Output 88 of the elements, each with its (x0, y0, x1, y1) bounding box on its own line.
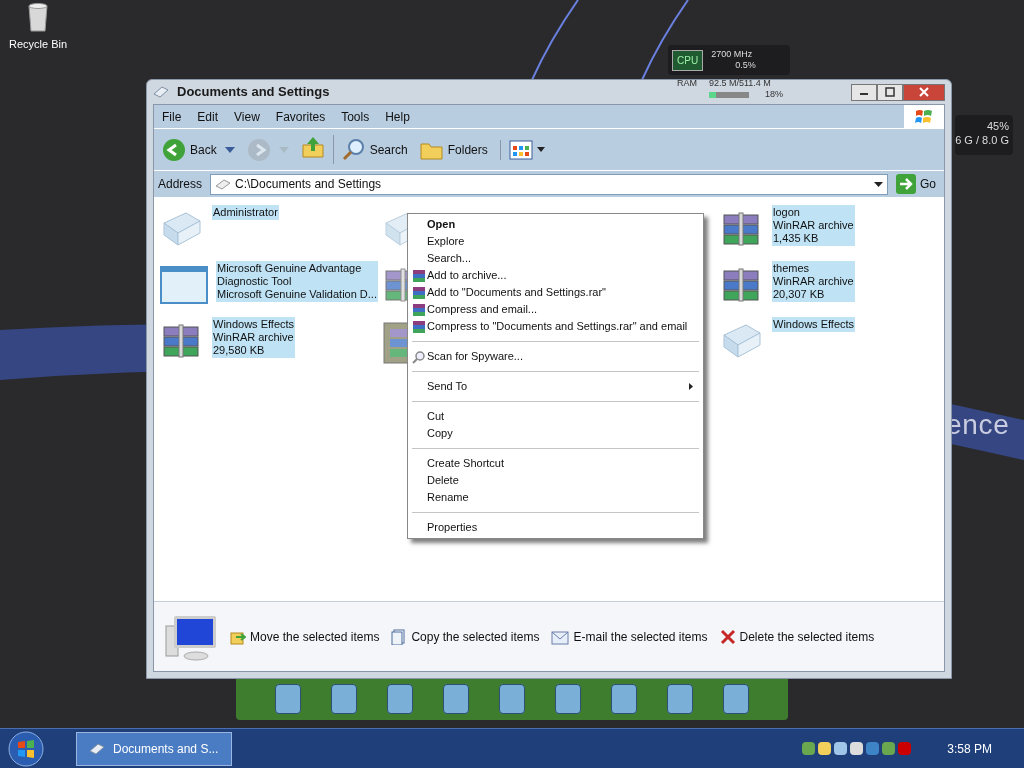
task-link[interactable]: E-mail the selected items (551, 627, 708, 646)
context-menu-item[interactable]: Send To (408, 378, 703, 395)
context-menu-item[interactable]: Properties (408, 519, 703, 536)
tray-icon[interactable] (850, 742, 864, 755)
dock-app-icon[interactable] (555, 684, 581, 714)
context-menu-item[interactable]: Create Shortcut (408, 455, 703, 472)
ram-label: RAM (677, 78, 697, 89)
task-link[interactable]: Move the selected items (230, 627, 380, 646)
archive-icon (412, 319, 426, 334)
task-link[interactable]: Copy the selected items (391, 627, 540, 646)
caret-icon (278, 146, 289, 153)
context-menu-item[interactable]: Cut (408, 408, 703, 425)
ram-usage-text: 18% (765, 89, 783, 100)
back-button[interactable]: Back (158, 137, 239, 162)
disk-amount-text: 6 G / 8.0 G (955, 133, 1009, 147)
search-button[interactable]: Search (337, 137, 412, 162)
context-menu-item[interactable]: Scan for Spyware... (408, 348, 703, 365)
close-button[interactable] (903, 83, 945, 101)
dock-app-icon[interactable] (275, 684, 301, 714)
file-label[interactable]: Windows Effects WinRAR archive 29,580 KB (212, 317, 296, 358)
file-label[interactable]: Windows Effects (772, 317, 856, 332)
context-menu-item[interactable]: Rename (408, 489, 703, 506)
submenu-arrow-icon (689, 383, 693, 390)
tray-icon[interactable] (802, 742, 816, 755)
document-icon (391, 628, 408, 645)
menu-item[interactable]: Favorites (267, 107, 334, 126)
file-label[interactable]: Administrator (212, 205, 279, 220)
window-title: Documents and Settings (177, 83, 330, 102)
folder-icon (215, 178, 232, 190)
tray-icon[interactable] (818, 742, 832, 755)
dock-app-icon[interactable] (667, 684, 693, 714)
menu-item[interactable]: File (154, 107, 190, 126)
maximize-button[interactable] (877, 83, 903, 101)
view-grid-icon (508, 139, 533, 160)
context-menu-item[interactable]: Open (408, 216, 703, 233)
menu-item[interactable]: Help (377, 107, 418, 126)
cpu-clock-text: 2700 MHz (711, 49, 754, 60)
go-button[interactable]: Go (892, 174, 940, 194)
dock-app-icon[interactable] (611, 684, 637, 714)
tray-icon[interactable] (834, 742, 848, 755)
arrow-icon (896, 174, 916, 194)
dock-app-icon[interactable] (387, 684, 413, 714)
disk-usage-text: 45% (986, 119, 1009, 133)
start-button[interactable] (8, 730, 44, 767)
dock-app-icon[interactable] (443, 684, 469, 714)
taskbar-button[interactable]: Documents and S... (76, 731, 232, 766)
envelope-icon (551, 628, 570, 645)
menu-item[interactable]: Edit (189, 107, 227, 126)
cpu-usage-text: 0.5% (734, 60, 756, 71)
dock-app-icon[interactable] (499, 684, 525, 714)
context-menu-item[interactable]: Add to "Documents and Settings.rar" (408, 284, 703, 301)
recycle-bin-icon[interactable] (27, 2, 49, 32)
menu-item[interactable]: Tools (333, 107, 378, 126)
context-menu-item[interactable]: Search... (408, 250, 703, 267)
context-menu-item[interactable]: Add to archive... (408, 267, 703, 284)
folder-up-icon (300, 135, 325, 159)
task-link[interactable]: Delete the selected items (719, 627, 875, 646)
tray-icon[interactable] (882, 742, 896, 755)
caret-icon (224, 146, 235, 153)
file-label[interactable]: Microsoft Genuine Advantage Diagnostic Tool Microsoft Genuine Validation D... (216, 261, 378, 302)
file-label[interactable]: themes WinRAR archive 20,307 KB (772, 261, 855, 302)
cpu-badge: CPU (672, 49, 704, 71)
context-menu-item[interactable]: Delete (408, 472, 703, 489)
clock-text: 3:58 PM (947, 740, 993, 758)
dock-app-icon[interactable] (331, 684, 357, 714)
file-label[interactable]: logon WinRAR archive 1,435 KB (772, 205, 855, 246)
folders-button[interactable]: Folders (415, 138, 492, 161)
close-icon (919, 87, 929, 97)
delete-x-icon (719, 628, 736, 645)
context-menu-item[interactable]: Compress to "Documents and Settings.rar" and email (408, 318, 703, 335)
caret-icon (536, 147, 545, 152)
folder-icon (153, 85, 169, 99)
address-field[interactable]: C:\Documents and Settings (210, 173, 888, 195)
window-icon[interactable] (160, 265, 208, 305)
address-label: Address (158, 176, 204, 193)
context-menu-item[interactable]: Compress and email... (408, 301, 703, 318)
ram-amount-text: 92.5 M/511.4 M (709, 78, 772, 89)
dropdown-caret-icon[interactable] (874, 181, 883, 187)
folder-icon (89, 741, 105, 756)
desktop-icon-label[interactable]: Recycle Bin (8, 36, 68, 53)
dock-app-icon[interactable] (723, 684, 749, 714)
context-menu-item[interactable]: Explore (408, 233, 703, 250)
search-icon (341, 137, 366, 162)
minimize-button[interactable] (851, 83, 877, 101)
context-menu-item[interactable]: Copy (408, 425, 703, 442)
menu-item[interactable]: View (226, 107, 268, 126)
maximize-icon (885, 87, 895, 97)
search-icon (412, 349, 426, 364)
